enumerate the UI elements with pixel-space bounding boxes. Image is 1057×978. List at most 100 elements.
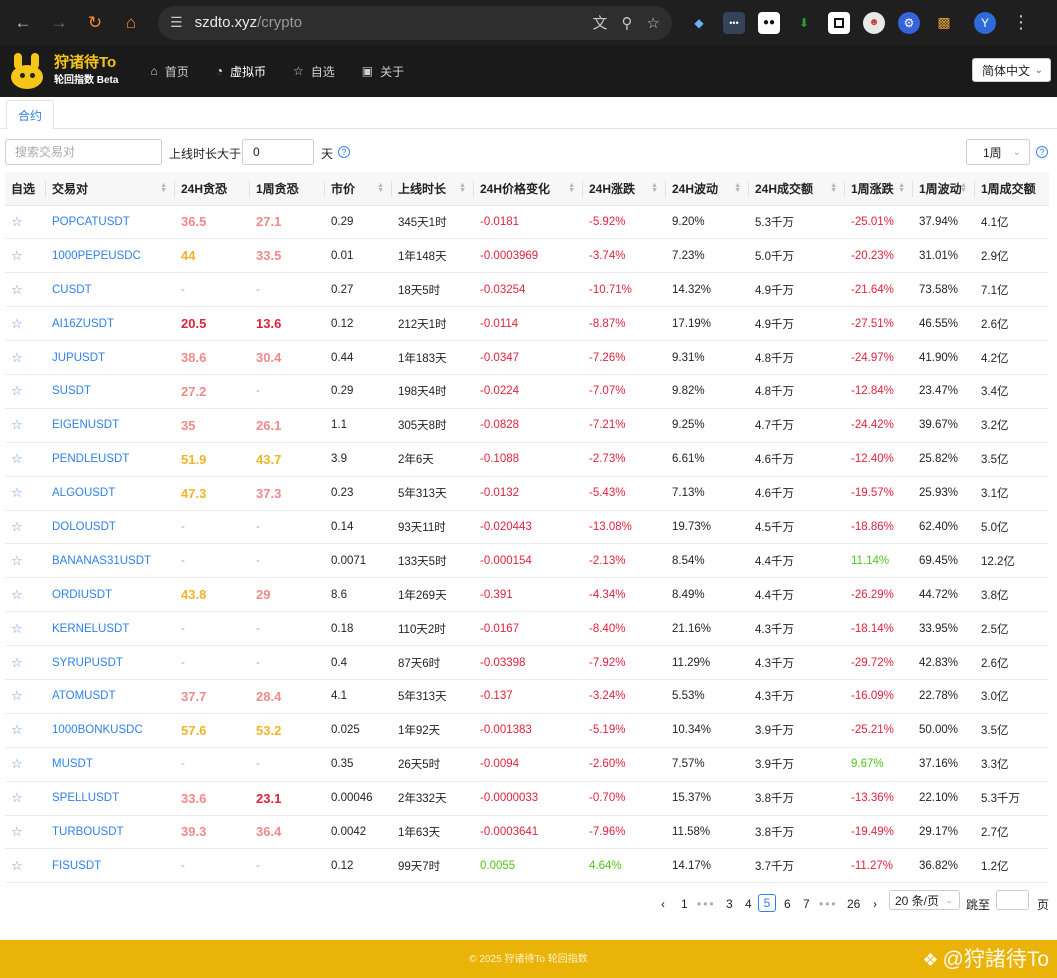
back-icon[interactable]: ←	[8, 8, 38, 38]
pair-link[interactable]: POPCATUSDT	[46, 205, 175, 239]
page-3[interactable]: 3	[726, 895, 733, 913]
column-header[interactable]: 24H价格变化 ▲ ▼	[474, 172, 583, 206]
pair-link[interactable]: FISUSDT	[46, 849, 175, 883]
page-size-select[interactable]: 20 条/页 ⌄	[889, 890, 960, 910]
favorite-star-icon[interactable]: ☆	[5, 510, 46, 544]
pair-link[interactable]: KERNELUSDT	[46, 612, 175, 646]
menu-item-crypto[interactable]: ◔ 虚拟币	[216, 63, 266, 80]
favorite-star-icon[interactable]: ☆	[5, 307, 46, 341]
favorite-star-icon[interactable]: ☆	[5, 815, 46, 849]
favorite-star-icon[interactable]: ☆	[5, 341, 46, 375]
column-header[interactable]: 24H波动 ▲ ▼	[666, 172, 749, 206]
sort-icon[interactable]: ▲ ▼	[459, 182, 466, 194]
forward-icon[interactable]: →	[44, 8, 74, 38]
favorite-star-icon[interactable]: ☆	[5, 408, 46, 442]
table-row[interactable]: ☆ KERNELUSDT - -0.18 110天2时 -0.0167 -8.40% 21.1…	[5, 612, 1049, 646]
favorite-star-icon[interactable]: ☆	[5, 205, 46, 239]
page-26[interactable]: 26	[847, 895, 860, 913]
search-input[interactable]	[5, 139, 162, 165]
sort-icon[interactable]: ▲ ▼	[734, 182, 741, 194]
page-1[interactable]: 1	[681, 895, 688, 913]
pair-link[interactable]: EIGENUSDT	[46, 408, 175, 442]
square-extension-icon[interactable]	[828, 11, 850, 34]
column-header[interactable]: 市价 ▲ ▼	[325, 172, 392, 206]
home-icon[interactable]: ⌂	[116, 8, 146, 38]
sort-icon[interactable]: ▲ ▼	[898, 182, 905, 194]
column-header[interactable]: 24H涨跌 ▲ ▼	[583, 172, 666, 206]
table-row[interactable]: ☆ PENDLEUSDT 51.9 43.7 3.9 2年6天 -0.1088 -2.73% 6…	[5, 442, 1049, 477]
favorite-star-icon[interactable]: ☆	[5, 578, 46, 612]
page-5-current[interactable]: 5	[758, 894, 776, 912]
table-row[interactable]: ☆ ALGOUSDT 47.3 37.3 0.23 5年313天 -0.0132 -5.43%…	[5, 476, 1049, 511]
sort-icon[interactable]: ▲ ▼	[651, 182, 658, 194]
pair-link[interactable]: CUSDT	[46, 273, 175, 307]
table-row[interactable]: ☆ ORDIUSDT 43.8 29 8.6 1年269天 -0.391 -4.34% 8.49…	[5, 578, 1049, 612]
pair-link[interactable]: ORDIUSDT	[46, 578, 175, 612]
table-row[interactable]: ☆ POPCATUSDT 36.5 27.1 0.29 345天1时 -0.0181 -5.9…	[5, 205, 1049, 239]
pair-link[interactable]: SPELLUSDT	[46, 781, 175, 815]
site-settings-icon[interactable]: ☰	[170, 14, 183, 31]
sort-icon[interactable]: ▲ ▼	[568, 182, 575, 194]
pair-link[interactable]: TURBOUSDT	[46, 815, 175, 849]
table-row[interactable]: ☆ 1000BONKUSDC 57.6 53.2 0.025 1年92天 -0.001383…	[5, 713, 1049, 748]
profile-extension-icon[interactable]: ☻	[863, 11, 885, 34]
favorite-star-icon[interactable]: ☆	[5, 747, 46, 781]
profile-avatar[interactable]: Y	[974, 11, 996, 34]
table-row[interactable]: ☆ FISUSDT - -0.12 99天7时 0.0055 4.64% 14.17% 3.7千…	[5, 849, 1049, 883]
table-row[interactable]: ☆ SYRUPUSDT - -0.4 87天6时 -0.03398 -7.92% 11.29%…	[5, 646, 1049, 680]
favorite-star-icon[interactable]: ☆	[5, 476, 46, 510]
pair-link[interactable]: PENDLEUSDT	[46, 442, 175, 476]
favorite-star-icon[interactable]: ☆	[5, 713, 46, 747]
download-extension-icon[interactable]: ⬇	[793, 12, 815, 34]
gear-extension-icon[interactable]: ⚙	[898, 11, 920, 34]
prev-page-icon[interactable]: ‹	[661, 895, 665, 913]
sort-icon[interactable]: ▲ ▼	[830, 182, 837, 194]
page-4[interactable]: 4	[745, 895, 752, 913]
column-header[interactable]: 交易对 ▲ ▼	[46, 172, 175, 206]
table-row[interactable]: ☆ TURBOUSDT 39.3 36.4 0.0042 1年63天 -0.0003641 -…	[5, 815, 1049, 849]
puzzle-extensions-icon[interactable]: ▩	[933, 12, 955, 34]
favorite-star-icon[interactable]: ☆	[5, 781, 46, 815]
sort-icon[interactable]: ▲ ▼	[960, 182, 967, 194]
table-row[interactable]: ☆ ATOMUSDT 37.7 28.4 4.1 5年313天 -0.137 -3.24% 5.…	[5, 679, 1049, 714]
pagination-ellipsis[interactable]: •••	[697, 895, 716, 913]
menu-item-home[interactable]: ⌂ 首页	[150, 63, 188, 80]
address-bar[interactable]: ☰ szdto.xyz/crypto 文 ⚲ ☆	[158, 5, 672, 40]
table-row[interactable]: ☆ BANANAS31USDT - -0.0071 133天5时 -0.000154 -2.…	[5, 544, 1049, 578]
gem-extension-icon[interactable]: ◆	[688, 12, 710, 34]
column-header[interactable]: 上线时长 ▲ ▼	[392, 172, 474, 206]
menu-item-about[interactable]: ▣ 关于	[362, 63, 404, 80]
sort-icon[interactable]: ▲ ▼	[377, 182, 384, 194]
table-row[interactable]: ☆ MUSDT - -0.35 26天5时 -0.0094 -2.60% 7.57% 3.9千万…	[5, 747, 1049, 782]
page-7[interactable]: 7	[803, 895, 810, 913]
translate-icon[interactable]: 文	[593, 12, 608, 33]
reload-icon[interactable]: ↻	[80, 8, 110, 38]
favorite-star-icon[interactable]: ☆	[5, 544, 46, 578]
favorite-star-icon[interactable]: ☆	[5, 442, 46, 476]
pair-link[interactable]: DOLOUSDT	[46, 510, 175, 544]
jump-page-input[interactable]	[996, 890, 1029, 910]
tab-contracts[interactable]: 合约	[6, 100, 54, 130]
favorite-star-icon[interactable]: ☆	[5, 239, 46, 273]
pair-link[interactable]: SYRUPUSDT	[46, 646, 175, 680]
page-6[interactable]: 6	[784, 895, 791, 913]
glasses-extension-icon[interactable]: ●●	[758, 11, 780, 34]
favorite-star-icon[interactable]: ☆	[5, 679, 46, 713]
pair-link[interactable]: MUSDT	[46, 747, 175, 781]
table-row[interactable]: ☆ SUSDT 27.2 - 0.29 198天4时 -0.0224 -7.07% 9.82% 4…	[5, 374, 1049, 409]
pair-link[interactable]: SUSDT	[46, 374, 175, 408]
table-row[interactable]: ☆ 1000PEPEUSDC 44 33.5 0.01 1年148天 -0.0003969 -…	[5, 239, 1049, 273]
table-row[interactable]: ☆ AI16ZUSDT 20.5 13.6 0.12 212天1时 -0.0114 -8.87…	[5, 307, 1049, 341]
table-row[interactable]: ☆ JUPUSDT 38.6 30.4 0.44 1年183天 -0.0347 -7.26% 9…	[5, 341, 1049, 375]
next-page-icon[interactable]: ›	[873, 895, 877, 913]
pair-link[interactable]: AI16ZUSDT	[46, 307, 175, 341]
bookmark-star-icon[interactable]: ☆	[647, 14, 660, 32]
column-header[interactable]: 1周涨跌 ▲ ▼	[845, 172, 913, 206]
pair-link[interactable]: ATOMUSDT	[46, 679, 175, 713]
period-select[interactable]: 1周 ⌄	[966, 139, 1030, 165]
language-select[interactable]: 简体中文 ⌄	[972, 58, 1051, 82]
pair-link[interactable]: BANANAS31USDT	[46, 544, 175, 578]
help-icon[interactable]: ?	[338, 146, 350, 158]
favorite-star-icon[interactable]: ☆	[5, 374, 46, 408]
favorite-star-icon[interactable]: ☆	[5, 273, 46, 307]
